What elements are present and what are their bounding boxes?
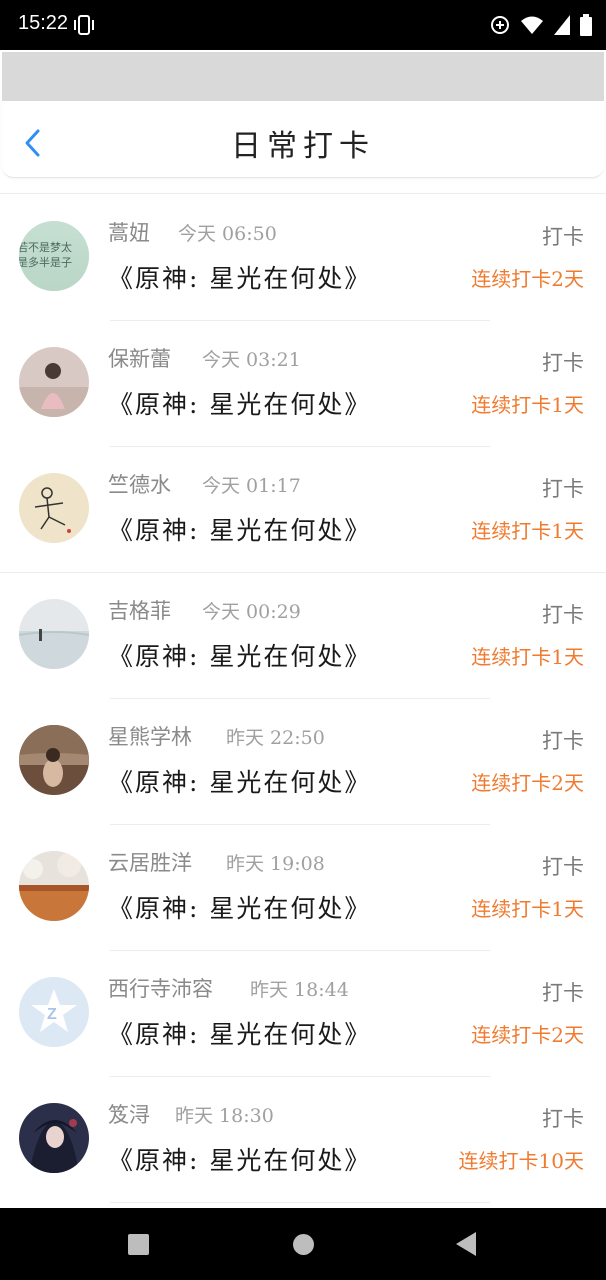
user-name: 云居胜洋 <box>108 851 192 875</box>
book-title: 《原神: 星光在何处》 <box>108 768 372 797</box>
streak-label: 连续打卡2天 <box>471 1023 584 1047</box>
list-divider <box>0 193 606 194</box>
status-bar: 15:22 <box>0 0 606 50</box>
checkin-button[interactable]: 打卡 <box>542 851 584 881</box>
home-icon[interactable] <box>293 1234 314 1255</box>
list-item[interactable]: 若不是梦太 是多半是子 蒿妞 今天 06:50 《原神: 星光在何处》 打卡 连… <box>0 195 606 321</box>
user-name: 笈浔 <box>108 1103 150 1127</box>
signal-icon <box>554 15 570 35</box>
checkin-time: 今天 00:29 <box>202 601 301 623</box>
wifi-icon <box>521 16 543 34</box>
checkin-button[interactable]: 打卡 <box>542 1103 584 1133</box>
streak-label: 连续打卡1天 <box>471 519 584 543</box>
user-name: 竺德水 <box>108 473 171 497</box>
checkin-time: 昨天 18:44 <box>250 979 349 1001</box>
checkin-time: 昨天 18:30 <box>175 1105 274 1127</box>
book-title: 《原神: 星光在何处》 <box>108 516 372 545</box>
avatar[interactable] <box>19 347 89 417</box>
page-title: 日常打卡 <box>231 129 375 164</box>
svg-text:是多半是子: 是多半是子 <box>19 255 72 269</box>
recent-apps-icon[interactable] <box>128 1234 149 1255</box>
book-title: 《原神: 星光在何处》 <box>108 1146 372 1175</box>
system-nav-bar <box>0 1208 606 1280</box>
nav-back-icon[interactable] <box>456 1232 476 1256</box>
user-name: 蒿妞 <box>108 221 150 245</box>
checkin-time: 昨天 22:50 <box>226 727 325 749</box>
user-name: 吉格菲 <box>108 599 171 623</box>
data-saver-icon <box>491 16 509 34</box>
checkin-list: 若不是梦太 是多半是子 蒿妞 今天 06:50 《原神: 星光在何处》 打卡 连… <box>0 178 606 1208</box>
checkin-time: 今天 03:21 <box>202 349 301 371</box>
book-title: 《原神: 星光在何处》 <box>108 390 372 419</box>
list-item[interactable]: 竺德水 今天 01:17 《原神: 星光在何处》 打卡 连续打卡1天 <box>0 447 606 573</box>
user-name: 西行寺沛容 <box>108 977 213 1001</box>
streak-label: 连续打卡10天 <box>458 1149 584 1173</box>
list-item[interactable]: 云居胜洋 昨天 19:08 《原神: 星光在何处》 打卡 连续打卡1天 <box>0 825 606 951</box>
avatar[interactable] <box>19 1103 89 1173</box>
toolbar-placeholder <box>2 52 604 101</box>
checkin-button[interactable]: 打卡 <box>542 599 584 629</box>
book-title: 《原神: 星光在何处》 <box>108 1020 372 1049</box>
checkin-button[interactable]: 打卡 <box>542 221 584 251</box>
avatar[interactable] <box>19 599 89 669</box>
book-title: 《原神: 星光在何处》 <box>108 894 372 923</box>
checkin-time: 昨天 19:08 <box>226 853 325 875</box>
list-item[interactable]: 保新蕾 今天 03:21 《原神: 星光在何处》 打卡 连续打卡1天 <box>0 321 606 447</box>
user-name: 保新蕾 <box>108 347 171 371</box>
battery-icon <box>580 14 592 36</box>
book-title: 《原神: 星光在何处》 <box>108 642 372 671</box>
avatar[interactable]: Z <box>19 977 89 1047</box>
list-item[interactable]: 笈浔 昨天 18:30 《原神: 星光在何处》 打卡 连续打卡10天 <box>0 1077 606 1203</box>
avatar[interactable]: 若不是梦太 是多半是子 <box>19 221 89 291</box>
svg-text:Z: Z <box>47 1006 57 1023</box>
streak-label: 连续打卡1天 <box>471 897 584 921</box>
vibrate-icon <box>74 15 94 35</box>
checkin-time: 今天 06:50 <box>178 223 277 245</box>
avatar[interactable] <box>19 473 89 543</box>
checkin-button[interactable]: 打卡 <box>542 725 584 755</box>
streak-label: 连续打卡1天 <box>471 645 584 669</box>
list-item[interactable]: 吉格菲 今天 00:29 《原神: 星光在何处》 打卡 连续打卡1天 <box>0 573 606 699</box>
list-item[interactable]: 星熊学林 昨天 22:50 《原神: 星光在何处》 打卡 连续打卡2天 <box>0 699 606 825</box>
svg-text:若不是梦太: 若不是梦太 <box>19 241 72 254</box>
list-item[interactable]: Z 西行寺沛容 昨天 18:44 《原神: 星光在何处》 打卡 连续打卡2天 <box>0 951 606 1077</box>
avatar[interactable] <box>19 725 89 795</box>
streak-label: 连续打卡2天 <box>471 771 584 795</box>
streak-label: 连续打卡1天 <box>471 393 584 417</box>
user-name: 星熊学林 <box>108 725 192 749</box>
streak-label: 连续打卡2天 <box>471 267 584 291</box>
page-header: 日常打卡 <box>2 101 604 178</box>
book-title: 《原神: 星光在何处》 <box>108 264 372 293</box>
checkin-time: 今天 01:17 <box>202 475 301 497</box>
status-time: 15:22 <box>18 12 69 34</box>
avatar[interactable] <box>19 851 89 921</box>
checkin-button[interactable]: 打卡 <box>542 473 584 503</box>
list-divider <box>110 1202 490 1203</box>
checkin-button[interactable]: 打卡 <box>542 347 584 377</box>
checkin-button[interactable]: 打卡 <box>542 977 584 1007</box>
